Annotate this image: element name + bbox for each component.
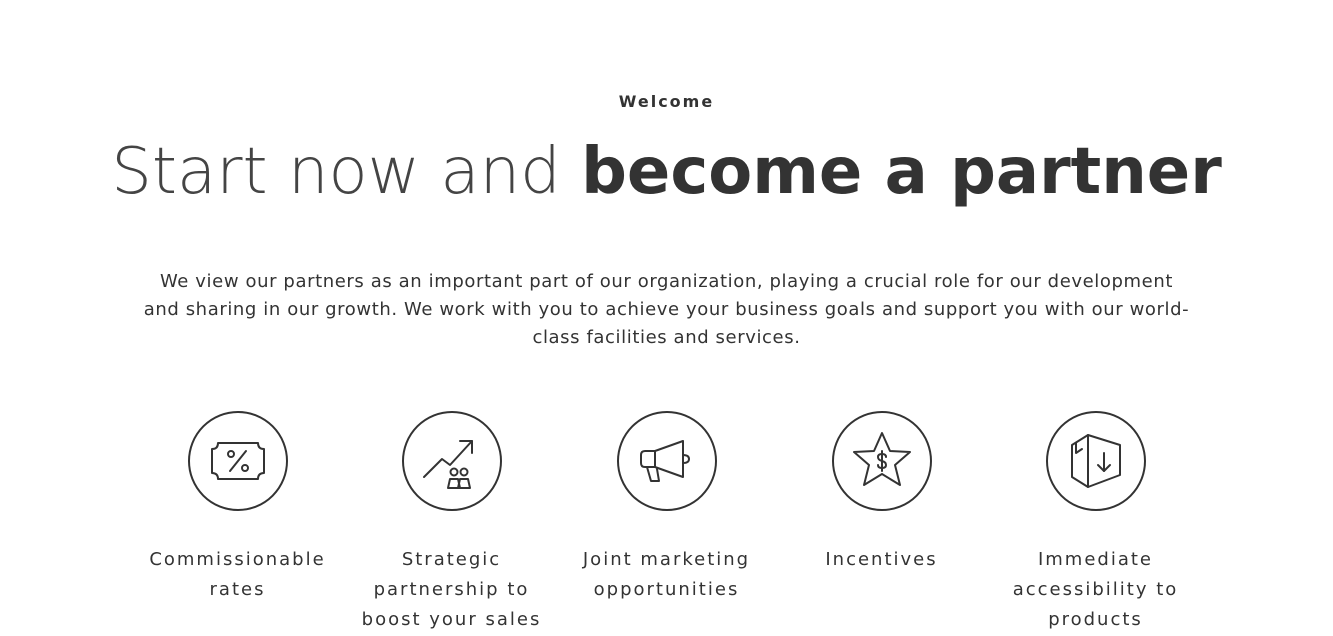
megaphone-icon [616,411,717,511]
feature-immediate-accessibility: Immediate accessibility to products [988,411,1203,635]
box-download-icon [1045,411,1146,511]
feature-label: Joint marketing opportunities [582,549,751,600]
star-dollar-icon [831,411,932,511]
feature-label: Commissionable rates [149,549,326,600]
eyebrow-label: Welcome [618,92,715,111]
features-list: Commissionable rates Strategic partnersh… [130,411,1203,636]
growth-chart-people-icon [401,411,502,511]
headline-bold-text: become a partner [581,135,1222,209]
headline-light-text: Start now and [111,135,582,209]
feature-label: Strategic partnership to boost your sale… [361,549,542,630]
feature-label: Immediate accessibility to products [1012,549,1179,630]
feature-incentives: Incentives [774,411,989,575]
partner-section: Welcome Start now and become a partner W… [0,0,1333,636]
feature-joint-marketing: Joint marketing opportunities [559,411,774,605]
ticket-percent-icon [187,411,288,511]
page-title: Start now and become a partner [0,134,1333,210]
intro-paragraph: We view our partners as an important par… [143,271,1190,348]
feature-commissionable-rates: Commissionable rates [130,411,345,605]
feature-label: Incentives [825,549,938,570]
feature-strategic-partnership: Strategic partnership to boost your sale… [344,411,559,635]
